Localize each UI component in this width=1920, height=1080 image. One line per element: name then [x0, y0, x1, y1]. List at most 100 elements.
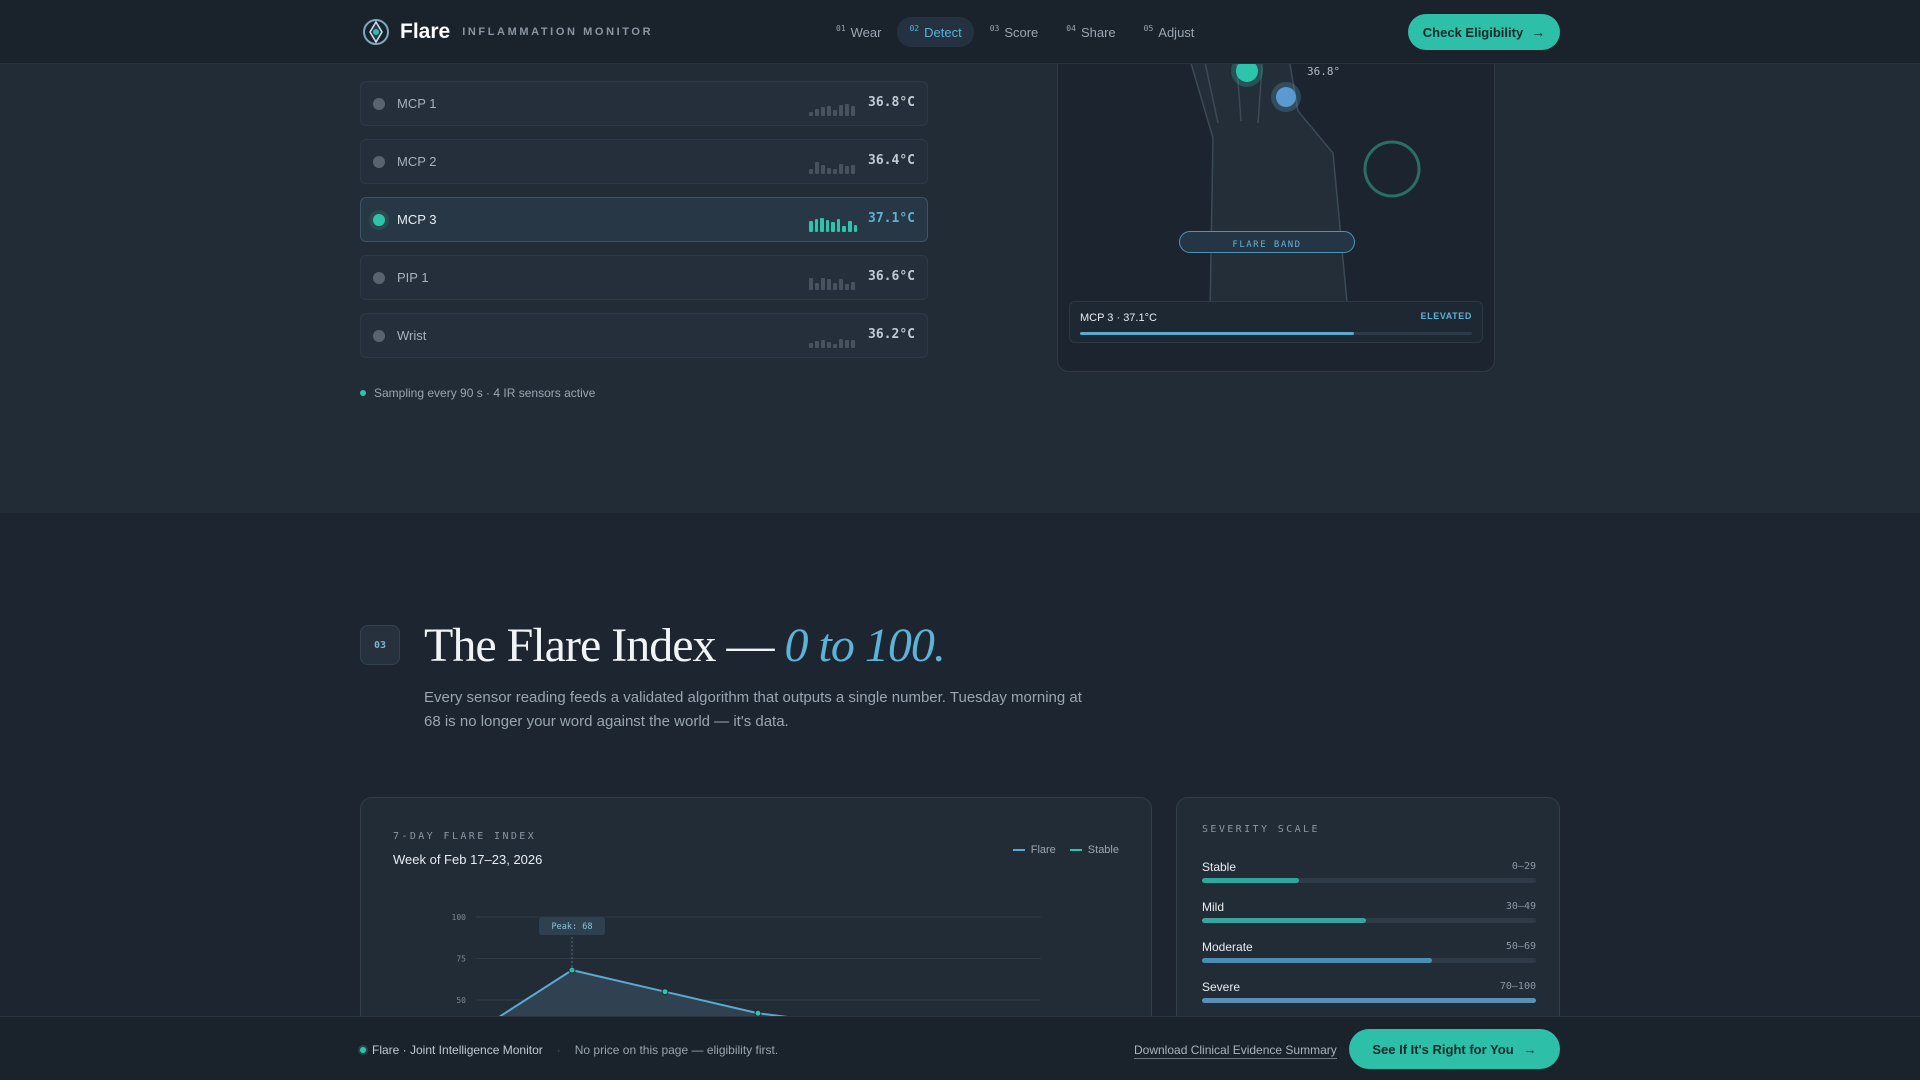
spark-bar	[827, 279, 831, 290]
button-label: See If It's Right for You	[1372, 1041, 1514, 1057]
status-dot	[373, 97, 385, 110]
top-header: Flare INFLAMMATION MONITOR 01 Wear 02 De…	[0, 0, 1920, 64]
nav-item-wear[interactable]: 01 Wear	[824, 17, 893, 47]
brand-tagline: INFLAMMATION MONITOR	[462, 26, 654, 38]
flare-logo-icon	[363, 19, 389, 45]
section-nav: 01 Wear 02 Detect 03 Score 04 Share 05 A…	[824, 17, 1210, 47]
live-dot-icon	[360, 1047, 366, 1053]
severity-name: Stable	[1202, 860, 1237, 874]
sensor-name: Wrist	[397, 328, 427, 343]
nav-number: 02	[909, 24, 920, 33]
nav-number: 03	[989, 24, 1000, 33]
severity-track	[1202, 958, 1536, 963]
status-title: MCP 3 · 37.1°C	[1080, 312, 1157, 324]
severity-row-severe: Severe 70–100	[1202, 980, 1536, 1010]
spark-bar	[833, 110, 837, 116]
nav-label: Share	[1080, 25, 1116, 40]
nav-item-share[interactable]: 04 Share	[1054, 17, 1127, 47]
spark-bar	[851, 282, 855, 290]
status-dot	[373, 329, 385, 342]
sensor-name: MCP 2	[397, 154, 437, 169]
brand[interactable]: Flare INFLAMMATION MONITOR	[362, 18, 653, 46]
spark-bar	[827, 342, 831, 348]
title-accent: 0 to 100.	[784, 619, 946, 672]
spark-bar	[833, 344, 837, 348]
sticky-footer: Flare · Joint Intelligence Monitor · No …	[0, 1016, 1920, 1080]
sensor-hotspot-mcp3	[1276, 87, 1296, 107]
hand-visualization-card: 36.8° FLARE BAND MCP 3 · 37.1°C ELEVATED	[1057, 52, 1495, 372]
spark-bar	[847, 221, 852, 232]
severity-range: 50–69	[1505, 941, 1536, 952]
spark-bar	[825, 220, 830, 232]
status-progress-fill	[1080, 332, 1355, 335]
spark-bar	[851, 106, 855, 116]
severity-track	[1202, 998, 1536, 1003]
target-ring-icon	[1363, 140, 1421, 198]
spark-bar	[845, 284, 849, 290]
nav-label: Detect	[924, 25, 962, 40]
nav-item-score[interactable]: 03 Score	[978, 17, 1051, 47]
spark-bar	[839, 279, 843, 290]
severity-kicker: SEVERITY SCALE	[1202, 824, 1320, 835]
severity-row-mild: Mild 30–49	[1202, 900, 1536, 930]
flare-band-label: FLARE BAND	[1179, 231, 1355, 253]
nav-number: 01	[836, 24, 846, 33]
status-dot	[373, 271, 385, 284]
spark-bar	[836, 219, 841, 232]
spark-bar	[839, 339, 843, 348]
spark-bar	[851, 340, 855, 348]
check-eligibility-button[interactable]: Check Eligibility →	[1408, 14, 1560, 50]
sensor-sparkline	[809, 212, 858, 232]
spark-bar	[815, 109, 819, 116]
sensor-row-mcp1[interactable]: MCP 1 36.8°C	[360, 81, 928, 126]
severity-range: 70–100	[1499, 981, 1536, 992]
severity-name: Mild	[1202, 900, 1225, 914]
hotspot-temp-label: 36.8°	[1307, 65, 1341, 78]
severity-range: 30–49	[1505, 901, 1536, 912]
sensor-name: MCP 3	[397, 212, 437, 227]
status-dot	[373, 155, 385, 168]
severity-track	[1202, 918, 1536, 923]
section-number-badge: 03	[360, 625, 400, 665]
spark-bar	[821, 340, 825, 348]
spark-bar	[809, 112, 813, 116]
spark-bar	[831, 222, 835, 232]
y-tick-label: 100	[452, 913, 467, 922]
nav-item-detect[interactable]: 02 Detect	[897, 17, 974, 47]
spark-bar	[815, 162, 819, 174]
peak-annotation: Peak: 68	[552, 922, 593, 932]
sensor-row-mcp2[interactable]: MCP 2 36.4°C	[360, 139, 928, 184]
severity-range: 0–29	[1511, 861, 1536, 872]
severity-fill	[1202, 878, 1299, 883]
spark-bar	[820, 218, 824, 232]
spark-bar	[845, 104, 849, 116]
sensor-row-wrist[interactable]: Wrist 36.2°C	[360, 313, 928, 358]
nav-label: Adjust	[1158, 25, 1195, 40]
spark-bar	[839, 105, 843, 116]
sensor-sparkline	[809, 154, 857, 174]
nav-label: Score	[1004, 25, 1039, 40]
spark-bar	[827, 106, 831, 116]
spark-bar	[809, 278, 813, 290]
spark-bar	[821, 165, 825, 174]
sensor-sparkline	[809, 96, 857, 116]
sensor-sparkline	[809, 328, 857, 348]
nav-item-adjust[interactable]: 05 Adjust	[1132, 17, 1207, 47]
spark-bar	[845, 340, 849, 348]
y-tick-label: 50	[456, 996, 466, 1005]
separator: ·	[556, 1043, 561, 1057]
nav-number: 04	[1066, 24, 1076, 33]
sensor-row-mcp3[interactable]: MCP 3 37.1°C	[360, 197, 928, 242]
sensor-temp: 36.2°C	[868, 327, 915, 342]
spark-bar	[842, 226, 846, 232]
spark-bar	[821, 107, 825, 116]
severity-fill	[1202, 918, 1366, 923]
footer-info: Flare · Joint Intelligence Monitor · No …	[360, 1043, 778, 1057]
spark-bar	[815, 341, 819, 348]
spark-bar	[833, 169, 837, 174]
sensor-row-pip1[interactable]: PIP 1 36.6°C	[360, 255, 928, 300]
see-if-right-button[interactable]: See If It's Right for You →	[1349, 1029, 1560, 1069]
spark-bar	[809, 169, 813, 174]
sensor-name: PIP 1	[397, 270, 429, 285]
download-evidence-link[interactable]: Download Clinical Evidence Summary	[1134, 1043, 1337, 1059]
